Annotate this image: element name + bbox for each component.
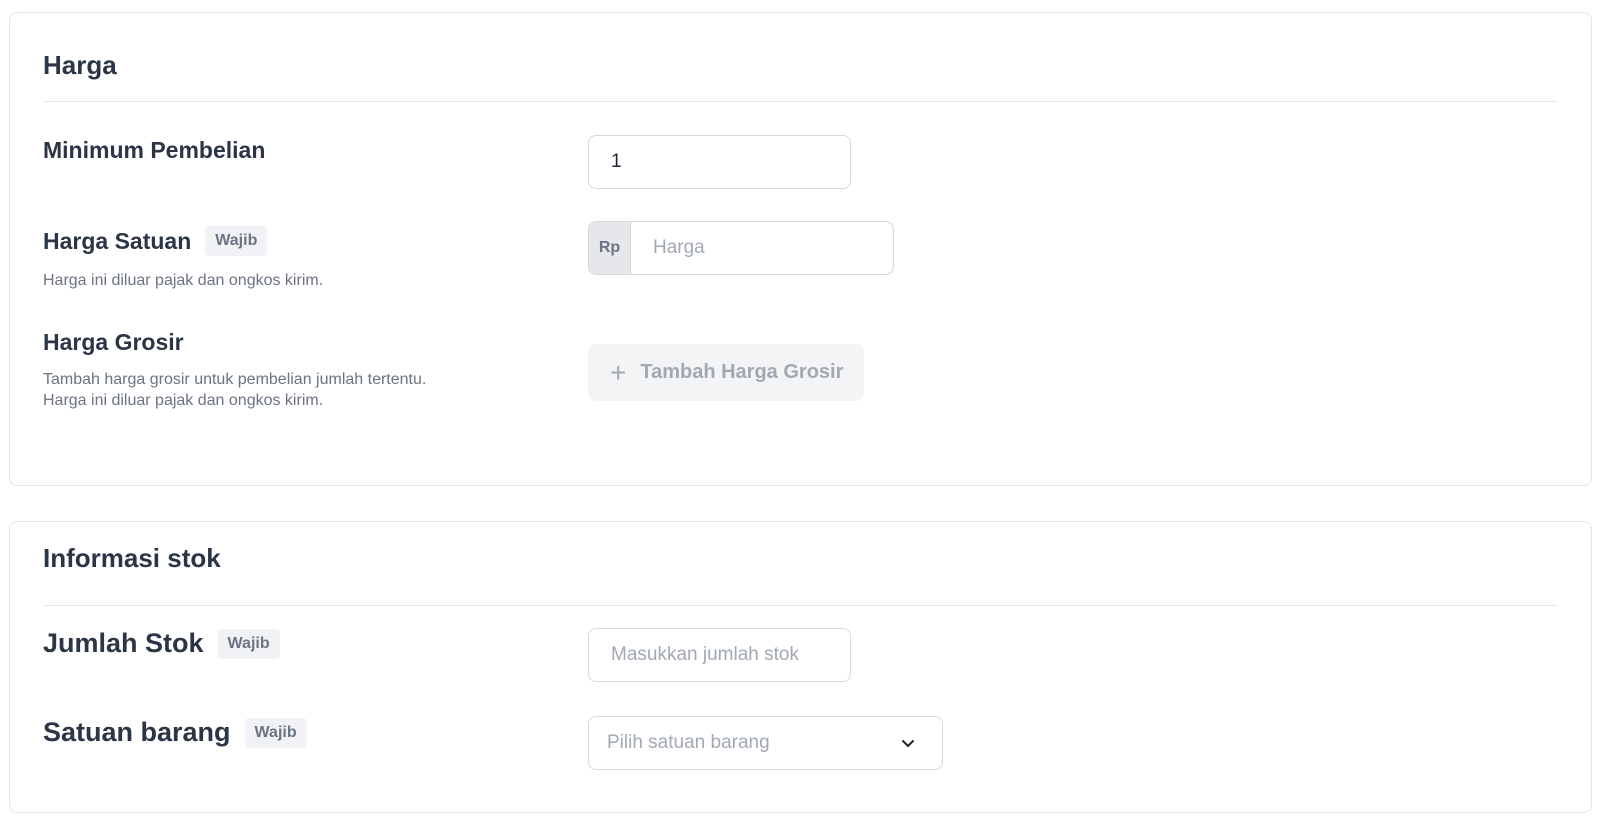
minimum-pembelian-input[interactable]: 1 — [588, 135, 851, 189]
jumlah-stok-placeholder: Masukkan jumlah stok — [611, 644, 799, 665]
harga-grosir-help: Tambah harga grosir untuk pembelian juml… — [43, 369, 426, 411]
harga-grosir-label-row: Harga Grosir — [43, 329, 184, 356]
jumlah-stok-input[interactable]: Masukkan jumlah stok — [588, 628, 851, 682]
satuan-barang-required-badge: Wajib — [244, 717, 307, 748]
jumlah-stok-label-row: Jumlah Stok Wajib — [43, 628, 280, 659]
harga-grosir-help-line2: Harga ini diluar pajak dan ongkos kirim. — [43, 392, 324, 409]
harga-satuan-input[interactable]: Rp Harga — [588, 221, 894, 275]
currency-prefix: Rp — [589, 222, 631, 274]
harga-divider — [43, 101, 1558, 102]
minimum-pembelian-label-row: Minimum Pembelian — [43, 137, 265, 164]
harga-satuan-placeholder: Harga — [653, 237, 705, 258]
stok-section-title: Informasi stok — [43, 543, 221, 573]
satuan-barang-label-row: Satuan barang Wajib — [43, 717, 307, 748]
tambah-harga-grosir-button[interactable]: + Tambah Harga Grosir — [588, 344, 864, 401]
informasi-stok-card: Informasi stok Jumlah Stok Wajib Masukka… — [9, 521, 1592, 813]
harga-grosir-label: Harga Grosir — [43, 329, 184, 355]
chevron-down-icon — [902, 740, 914, 747]
harga-satuan-required-badge: Wajib — [205, 226, 268, 256]
harga-card: Harga Minimum Pembelian 1 Harga Satuan W… — [9, 12, 1592, 486]
harga-satuan-label-row: Harga Satuan Wajib — [43, 226, 268, 256]
harga-grosir-help-line1: Tambah harga grosir untuk pembelian juml… — [43, 371, 427, 388]
jumlah-stok-required-badge: Wajib — [217, 628, 280, 659]
jumlah-stok-label: Jumlah Stok — [43, 628, 204, 658]
minimum-pembelian-value: 1 — [611, 151, 622, 172]
harga-section-title: Harga — [43, 50, 117, 80]
minimum-pembelian-label: Minimum Pembelian — [43, 137, 266, 163]
tambah-harga-grosir-label: Tambah Harga Grosir — [640, 361, 844, 383]
satuan-barang-label: Satuan barang — [43, 717, 231, 747]
satuan-barang-placeholder: Pilih satuan barang — [607, 732, 770, 753]
plus-icon: + — [610, 356, 627, 388]
harga-satuan-help: Harga ini diluar pajak dan ongkos kirim. — [43, 272, 324, 289]
satuan-barang-select[interactable]: Pilih satuan barang — [588, 716, 943, 770]
harga-satuan-label: Harga Satuan — [43, 227, 192, 254]
stok-divider — [43, 605, 1558, 606]
